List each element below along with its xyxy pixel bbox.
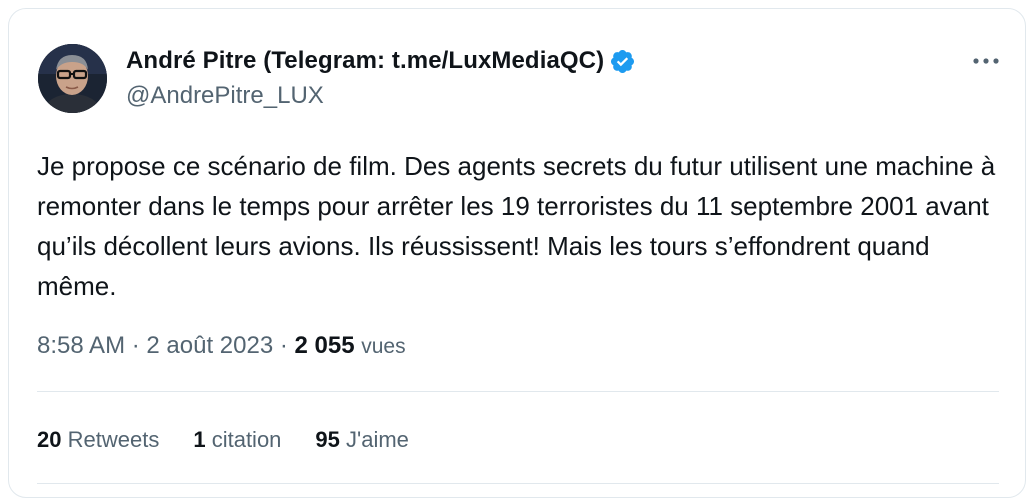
- profile-photo: [38, 44, 107, 113]
- more-options-icon[interactable]: [971, 53, 1001, 69]
- tweet-card: André Pitre (Telegram: t.me/LuxMediaQC) …: [8, 8, 1026, 498]
- views-count: 2 055: [294, 332, 355, 359]
- retweets-count: 20: [37, 427, 62, 452]
- likes-stat[interactable]: 95 J'aime: [315, 427, 409, 453]
- quotes-count: 1: [193, 427, 206, 452]
- quotes-label: citation: [211, 427, 282, 452]
- author-handle[interactable]: @AndrePitre_LUX: [126, 82, 324, 110]
- divider: [37, 391, 999, 392]
- meta-separator: ·: [125, 332, 147, 359]
- views-label: vues: [361, 335, 406, 358]
- author-name[interactable]: André Pitre (Telegram: t.me/LuxMediaQC): [126, 47, 604, 75]
- avatar[interactable]: [38, 44, 107, 113]
- meta-separator: ·: [273, 332, 295, 359]
- tweet-time[interactable]: 8:58 AM: [37, 332, 125, 359]
- tweet-text: Je propose ce scénario de film. Des agen…: [37, 151, 996, 301]
- likes-label: J'aime: [346, 427, 409, 452]
- author-name-row: André Pitre (Telegram: t.me/LuxMediaQC): [126, 47, 636, 75]
- retweets-label: Retweets: [67, 427, 160, 452]
- tweet-stats: 20 Retweets 1 citation 95 J'aime: [37, 427, 443, 453]
- tweet-meta: 8:58 AM · 2 août 2023 · 2 055 vues: [37, 332, 406, 360]
- tweet-date[interactable]: 2 août 2023: [146, 332, 273, 359]
- retweets-stat[interactable]: 20 Retweets: [37, 427, 159, 453]
- quotes-stat[interactable]: 1 citation: [193, 427, 281, 453]
- likes-count: 95: [315, 427, 340, 452]
- divider: [37, 483, 999, 484]
- verified-badge-icon: [609, 48, 636, 75]
